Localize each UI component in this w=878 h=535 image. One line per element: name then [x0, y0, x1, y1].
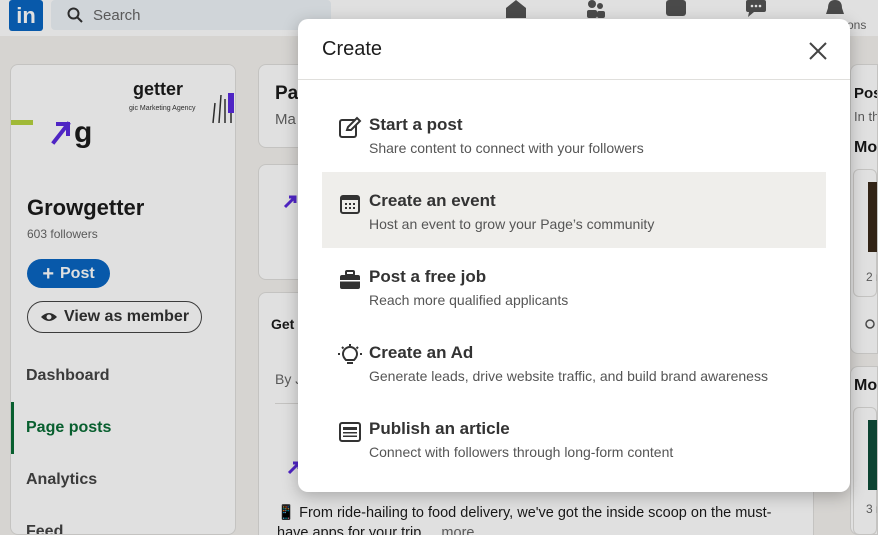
edit-icon: [339, 116, 362, 138]
calendar-icon: [340, 195, 360, 214]
option-create-event[interactable]: Create an event Host an event to grow yo…: [322, 172, 826, 248]
option-description: Share content to connect with your follo…: [369, 140, 644, 156]
option-description: Generate leads, drive website traffic, a…: [369, 368, 768, 384]
option-publish-article[interactable]: Publish an article Connect with follower…: [322, 400, 826, 476]
option-description: Reach more qualified applicants: [369, 292, 569, 308]
option-title: Create an event: [369, 191, 496, 210]
modal-header: Create: [298, 19, 850, 80]
option-title: Post a free job: [369, 267, 487, 286]
lightbulb-icon: [338, 344, 362, 364]
option-create-ad[interactable]: Create an Ad Generate leads, drive websi…: [322, 324, 826, 400]
modal-title: Create: [322, 38, 383, 60]
option-description: Host an event to grow your Page’s commun…: [369, 216, 655, 232]
option-start-post[interactable]: Start a post Share content to connect wi…: [322, 96, 826, 172]
close-icon: [809, 42, 827, 60]
create-modal: Create Start a post Share content to con…: [298, 19, 850, 492]
article-icon: [339, 422, 361, 442]
briefcase-icon: [340, 270, 360, 289]
option-description: Connect with followers through long-form…: [369, 444, 674, 460]
option-post-free-job[interactable]: Post a free job Reach more qualified app…: [322, 248, 826, 324]
option-title: Create an Ad: [369, 343, 474, 362]
close-button[interactable]: [803, 36, 833, 66]
option-title: Start a post: [369, 115, 463, 134]
option-title: Publish an article: [369, 419, 510, 438]
